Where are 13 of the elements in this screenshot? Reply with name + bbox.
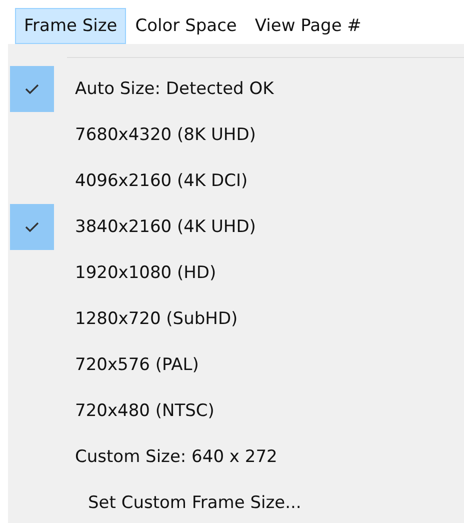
menu-item[interactable]: Custom Size: 640 x 272 — [8, 434, 464, 480]
menu-item[interactable]: 3840x2160 (4K UHD) — [8, 204, 464, 250]
menu-bar-item[interactable]: View Page # — [246, 8, 370, 44]
menu-item[interactable]: 7680x4320 (8K UHD) — [8, 112, 464, 158]
menu-bar-item[interactable]: Frame Size — [15, 8, 126, 44]
menu-item[interactable]: Auto Size: Detected OK — [8, 66, 464, 112]
menu-item[interactable]: 4096x2160 (4K DCI) — [8, 158, 464, 204]
menu-item[interactable]: 1920x1080 (HD) — [8, 250, 464, 296]
menu-item[interactable]: 1280x720 (SubHD) — [8, 296, 464, 342]
menu-item[interactable]: 720x480 (NTSC) — [8, 388, 464, 434]
menu-item[interactable]: 720x576 (PAL) — [8, 342, 464, 388]
menu-item[interactable]: Set Custom Frame Size... — [8, 480, 464, 523]
menu-bar-item[interactable]: Color Space — [126, 8, 246, 44]
